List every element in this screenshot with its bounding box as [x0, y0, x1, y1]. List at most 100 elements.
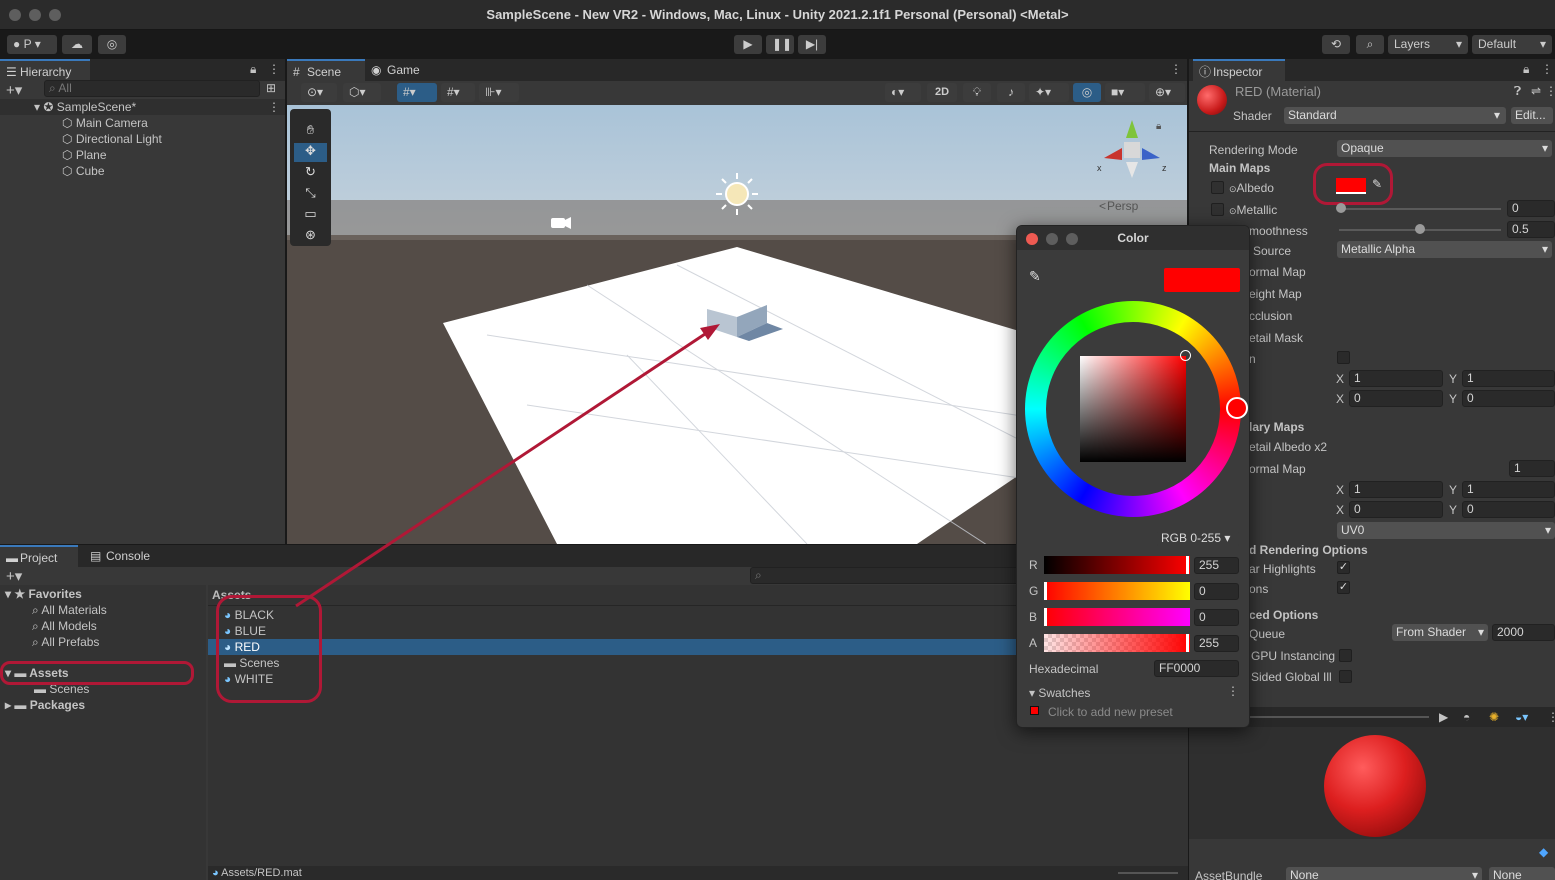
context-menu-icon[interactable]: ⋮: [1545, 84, 1555, 98]
channel-r-slider[interactable]: [1044, 556, 1190, 574]
history-icon[interactable]: ⟲: [1322, 35, 1350, 54]
lighting-icon[interactable]: 💡︎: [963, 83, 991, 102]
channel-g-slider[interactable]: [1044, 582, 1190, 600]
swatches-menu-icon[interactable]: ⋮: [1227, 684, 1239, 698]
gizmo-lock-icon[interactable]: 🔒︎: [1156, 121, 1161, 132]
metallic-slider-handle[interactable]: [1336, 203, 1346, 213]
hierarchy-item[interactable]: ⬡ Main Camera: [62, 115, 148, 131]
pause-button[interactable]: ❚❚: [766, 35, 794, 54]
scale-tool-icon[interactable]: ⤡: [294, 185, 327, 204]
persp-label[interactable]: Persp: [1107, 199, 1139, 213]
shader-edit-button[interactable]: Edit...: [1511, 107, 1553, 124]
sec-offset-x-field[interactable]: 0: [1349, 501, 1443, 518]
reflections-checkbox[interactable]: ✓: [1337, 581, 1350, 594]
smoothness-slider-handle[interactable]: [1415, 224, 1425, 234]
transform-tool-icon[interactable]: ⊛: [294, 227, 327, 246]
smoothness-value-field[interactable]: 0.5: [1507, 221, 1555, 238]
preview-sphere-icon[interactable]: ◓: [1463, 710, 1470, 724]
create-button[interactable]: +▾: [6, 567, 22, 585]
rotate-tool-icon[interactable]: ↻: [294, 164, 327, 183]
shader-dropdown[interactable]: Standard ▾: [1284, 107, 1506, 124]
saturation-value-square[interactable]: [1080, 350, 1191, 462]
offset-x-field[interactable]: 0: [1349, 390, 1443, 407]
sec-tiling-x-field[interactable]: 1: [1349, 481, 1443, 498]
zoom-slider[interactable]: [1118, 872, 1178, 874]
hierarchy-item[interactable]: ⬡ Plane: [62, 147, 107, 163]
packages-folder[interactable]: ▸ ▬ Packages: [5, 697, 85, 713]
increment-snap-dropdown[interactable]: #▾: [441, 83, 475, 102]
hue-handle[interactable]: [1226, 397, 1248, 419]
audio-icon[interactable]: ♪: [997, 83, 1025, 102]
favorites-item[interactable]: ⌕ All Prefabs: [32, 634, 99, 650]
metallic-texture-slot[interactable]: [1211, 203, 1224, 216]
more-menu-icon[interactable]: ⋮: [1541, 62, 1553, 76]
preview-play-icon[interactable]: ▶: [1439, 710, 1448, 724]
asset-label-icon[interactable]: ◆: [1539, 845, 1548, 859]
cloud-icon[interactable]: ☁: [62, 35, 92, 54]
favorites-section[interactable]: ▾ ★ Favorites: [5, 586, 82, 602]
help-icon[interactable]: ❓︎: [1514, 84, 1521, 99]
tiling-x-field[interactable]: 1: [1349, 370, 1443, 387]
render-queue-dropdown[interactable]: From Shader ▾: [1392, 624, 1488, 641]
project-search-input[interactable]: ⌕: [750, 567, 1020, 584]
hierarchy-item[interactable]: ⬡ Cube: [62, 163, 105, 179]
tiling-y-field[interactable]: 1: [1462, 370, 1555, 387]
double-sided-gi-checkbox[interactable]: [1339, 670, 1352, 683]
tab-game[interactable]: ◉ Game: [367, 59, 437, 81]
layout-dropdown[interactable]: Default ▾: [1472, 35, 1552, 54]
channel-b-slider[interactable]: [1044, 608, 1190, 626]
hand-tool-icon[interactable]: ✋︎: [294, 122, 327, 141]
tab-scene[interactable]: # Scene: [287, 59, 365, 81]
collab-icon[interactable]: ◎: [98, 35, 126, 54]
emission-checkbox[interactable]: [1337, 351, 1350, 364]
layers-dropdown[interactable]: Layers ▾: [1388, 35, 1468, 54]
channel-g-handle[interactable]: [1044, 582, 1047, 600]
sec-tiling-y-field[interactable]: 1: [1462, 481, 1555, 498]
hierarchy-item[interactable]: ⬡ Directional Light: [62, 131, 162, 147]
draw-mode-dropdown[interactable]: ⊙▾: [301, 83, 337, 102]
eyedropper-icon[interactable]: ✎: [1029, 268, 1041, 285]
rect-tool-icon[interactable]: ▭: [294, 206, 327, 225]
visibility-icon[interactable]: ◎: [1073, 83, 1101, 102]
scene-menu-icon[interactable]: ⋮: [268, 99, 280, 115]
tab-inspector[interactable]: ⓘ Inspector: [1193, 59, 1285, 81]
scene-menu-icon[interactable]: ⋮: [1170, 62, 1182, 76]
grid-snap-dropdown[interactable]: #▾: [397, 83, 437, 102]
rendering-mode-dropdown[interactable]: Opaque ▾: [1337, 140, 1552, 157]
effects-dropdown[interactable]: ✦▾: [1029, 83, 1069, 102]
source-dropdown[interactable]: Metallic Alpha ▾: [1337, 241, 1552, 258]
metallic-slider[interactable]: [1339, 208, 1501, 210]
account-button[interactable]: ● P ▾: [7, 35, 57, 54]
toggle-2d-button[interactable]: 2D: [927, 83, 957, 102]
channel-a-handle[interactable]: [1186, 634, 1189, 652]
secondary-normal-scale-field[interactable]: 1: [1509, 460, 1555, 477]
object-picker-icon[interactable]: ⊙: [1229, 206, 1237, 216]
hex-field[interactable]: FF0000: [1154, 660, 1239, 677]
asset-bundle-dropdown[interactable]: None ▾: [1286, 867, 1482, 880]
hierarchy-search-input[interactable]: ⌕ All: [44, 80, 260, 97]
scene-row[interactable]: ▾ ✪ SampleScene* ⋮: [0, 99, 285, 115]
gizmos-dropdown[interactable]: ⊕▾: [1149, 83, 1185, 102]
tab-hierarchy[interactable]: ☰ Hierarchy: [0, 59, 90, 81]
object-picker-icon[interactable]: ⊙: [1229, 184, 1237, 194]
filter-icon[interactable]: ⊞: [266, 81, 276, 95]
asset-bundle-variant-dropdown[interactable]: None: [1489, 867, 1555, 880]
add-button[interactable]: +▾: [6, 81, 22, 99]
channel-r-field[interactable]: 255: [1194, 557, 1239, 574]
preview-menu-icon[interactable]: ⋮: [1547, 710, 1555, 724]
material-preview[interactable]: [1189, 727, 1555, 839]
lock-icon[interactable]: 🔒︎: [1523, 62, 1529, 77]
move-tool-icon[interactable]: ✥: [294, 143, 327, 162]
specular-highlights-checkbox[interactable]: ✓: [1337, 561, 1350, 574]
uv-set-dropdown[interactable]: UV0 ▾: [1337, 522, 1555, 539]
ruler-dropdown[interactable]: ⊪▾: [479, 83, 519, 102]
expand-arrow-icon[interactable]: ▾: [34, 100, 40, 114]
favorites-item[interactable]: ⌕ All Models: [32, 618, 97, 634]
swatch-hint[interactable]: Click to add new preset: [1048, 705, 1173, 719]
more-menu-icon[interactable]: ⋮: [268, 62, 280, 76]
swatches-header[interactable]: ▾ Swatches: [1029, 686, 1090, 700]
metallic-value-field[interactable]: 0: [1507, 200, 1555, 217]
shading-dropdown[interactable]: ⬡▾: [343, 83, 381, 102]
step-button[interactable]: ▶|: [798, 35, 826, 54]
offset-y-field[interactable]: 0: [1462, 390, 1555, 407]
